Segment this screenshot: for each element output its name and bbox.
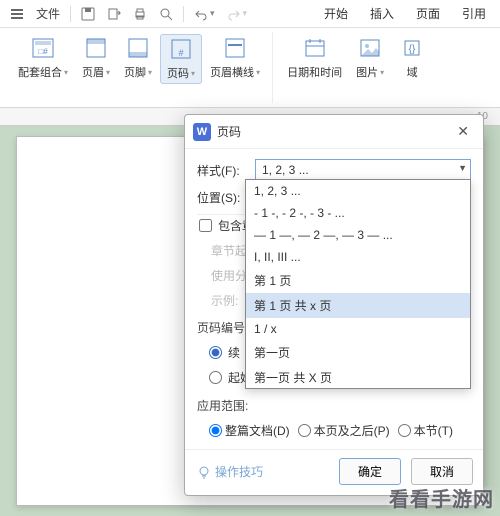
scope-section-label: 本节(T) [414, 422, 453, 439]
scope-whole-radio[interactable] [209, 424, 222, 437]
close-icon[interactable]: ✕ [451, 121, 475, 142]
svg-text:{}: {} [409, 44, 416, 55]
header-button[interactable]: 页眉▾ [76, 34, 116, 84]
scope-section-label: 应用范围: [197, 397, 471, 414]
style-combo[interactable]: 1, 2, 3 ... ▼ [255, 159, 471, 181]
headerline-button[interactable]: 页眉横线▾ [204, 34, 266, 84]
svg-text:□#: □# [38, 47, 48, 56]
scope-thispage-radio[interactable] [298, 424, 311, 437]
style-dropdown[interactable]: 1, 2, 3 ...- 1 -, - 2 -, - 3 - ...— 1 —,… [245, 179, 471, 389]
headerline-icon [221, 36, 249, 60]
style-label: 样式(F): [197, 162, 249, 179]
datetime-button[interactable]: 日期和时间 [281, 34, 348, 82]
field-icon: {} [398, 36, 426, 60]
svg-text:#: # [179, 48, 184, 58]
chevron-down-icon: ▼ [458, 163, 467, 173]
ok-button[interactable]: 确定 [339, 458, 401, 485]
scope-section-radio[interactable] [398, 424, 411, 437]
divider [183, 6, 184, 22]
chapter-start-label: 章节起 [197, 242, 249, 259]
tab-insert[interactable]: 插入 [360, 1, 404, 26]
style-option[interactable]: - 1 -, - 2 -, - 3 - ... [246, 202, 470, 224]
style-option[interactable]: 第 1 页 [246, 268, 470, 293]
scope-whole-label: 整篇文档(D) [225, 422, 290, 439]
style-option[interactable]: 1, 2, 3 ... [246, 180, 470, 202]
combo-icon: □# [29, 36, 57, 60]
pagenumber-icon: # [167, 37, 195, 61]
tips-link[interactable]: 操作技巧 [197, 463, 329, 480]
ribbon: □# 配套组合▾ 页眉▾ 页脚▾ # 页码▾ [0, 28, 500, 108]
footer-button[interactable]: 页脚▾ [118, 34, 158, 84]
tab-reference[interactable]: 引用 [452, 1, 496, 26]
picture-button[interactable]: 图片▾ [350, 34, 390, 82]
tab-start[interactable]: 开始 [314, 1, 358, 26]
redo-icon[interactable]: ▾ [221, 5, 254, 23]
footer-icon [124, 36, 152, 60]
ribbon-group-headerfooter: □# 配套组合▾ 页眉▾ 页脚▾ # 页码▾ [6, 32, 273, 103]
picture-icon [356, 36, 384, 60]
tips-label: 操作技巧 [215, 463, 263, 480]
menu-file[interactable]: 文件 [30, 3, 66, 24]
scope-thispage-label: 本页及之后(P) [314, 422, 390, 439]
dialog-body: 样式(F): 1, 2, 3 ... ▼ 1, 2, 3 ...- 1 -, -… [185, 149, 483, 449]
style-option[interactable]: 第 1 页 共 x 页 [246, 293, 470, 318]
style-combo-value[interactable]: 1, 2, 3 ... [255, 159, 471, 181]
example-label: 示例: [197, 292, 249, 309]
undo-icon[interactable]: ▾ [188, 5, 221, 23]
pagenumber-button[interactable]: # 页码▾ [160, 34, 202, 84]
continue-label: 续 [228, 344, 240, 361]
export-icon[interactable] [101, 5, 127, 23]
ribbon-tabs: 开始 插入 页面 引用 [314, 1, 496, 26]
position-label: 位置(S): [197, 189, 249, 206]
cancel-button[interactable]: 取消 [411, 458, 473, 485]
separator-label: 使用分 [197, 267, 249, 284]
app-w-icon: W [193, 123, 211, 141]
ribbon-group-insert: 日期和时间 图片▾ {} 域 [275, 32, 438, 103]
preview-icon[interactable] [153, 5, 179, 23]
calendar-icon [301, 36, 329, 60]
style-option[interactable]: I, II, III ... [246, 246, 470, 268]
divider [70, 6, 71, 22]
save-icon[interactable] [75, 5, 101, 23]
combo-template-button[interactable]: □# 配套组合▾ [12, 34, 74, 84]
style-option[interactable]: 第一页 共 X 页 [246, 365, 470, 389]
include-chapter-checkbox[interactable] [199, 219, 212, 232]
start-at-radio[interactable] [209, 371, 222, 384]
continue-radio[interactable] [209, 346, 222, 359]
tab-page[interactable]: 页面 [406, 1, 450, 26]
header-icon [82, 36, 110, 60]
print-icon[interactable] [127, 5, 153, 23]
pagenumber-dialog: W 页码 ✕ 样式(F): 1, 2, 3 ... ▼ 1, 2, 3 ...-… [184, 114, 484, 496]
scope-radio-group: 整篇文档(D) 本页及之后(P) 本节(T) [197, 422, 471, 439]
field-button[interactable]: {} 域 [392, 34, 432, 82]
style-option[interactable]: 1 / x [246, 318, 470, 340]
style-option[interactable]: 第一页 [246, 340, 470, 365]
app-menu-icon[interactable] [4, 5, 30, 23]
watermark-text: 看看手游网 [389, 483, 494, 512]
style-row: 样式(F): 1, 2, 3 ... ▼ [197, 159, 471, 181]
dialog-titlebar: W 页码 ✕ [185, 115, 483, 149]
menu-bar: 文件 ▾ ▾ 开始 插入 页面 引用 [0, 0, 500, 28]
dialog-title: 页码 [217, 123, 451, 140]
style-option[interactable]: — 1 —, — 2 —, — 3 — ... [246, 224, 470, 246]
lightbulb-icon [197, 465, 211, 479]
